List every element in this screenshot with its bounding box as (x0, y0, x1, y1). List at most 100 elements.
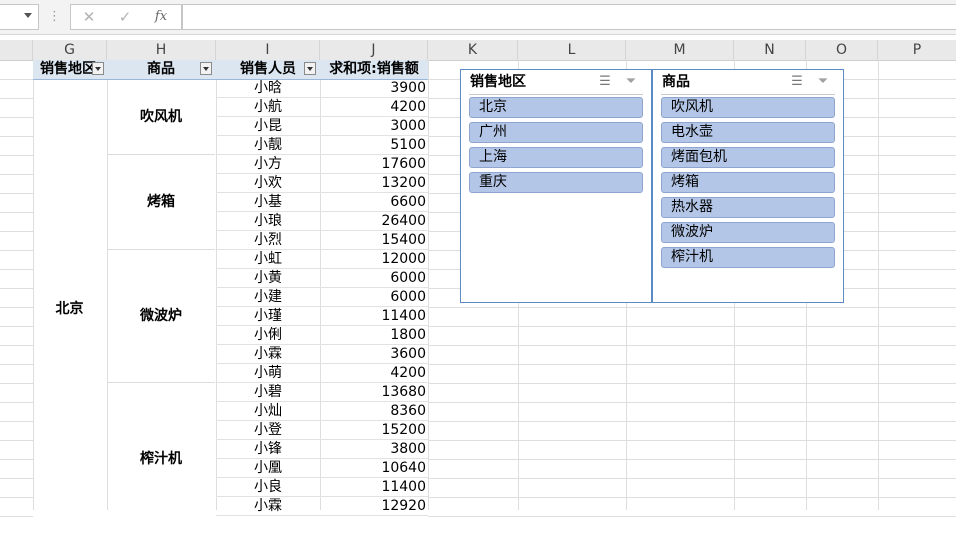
pivot-person-cell[interactable]: 小瑾 (216, 307, 320, 326)
pivot-person-cell[interactable]: 小萌 (216, 364, 320, 383)
pivot-header-sum: 求和项:销售额 (329, 61, 419, 77)
slicer-item[interactable]: 广州 (469, 122, 643, 143)
slicer-divider (661, 94, 835, 95)
pivot-person-cell[interactable]: 小建 (216, 288, 320, 307)
product-filter-button[interactable] (200, 62, 212, 75)
pivot-person-cell[interactable]: 小靓 (216, 136, 320, 155)
cancel-icon[interactable]: ✕ (79, 7, 99, 27)
pivot-value-cell[interactable]: 15400 (320, 231, 426, 250)
column-header-J[interactable]: J (320, 40, 428, 60)
pivot-product-label[interactable]: 吹风机 (107, 79, 215, 155)
pivot-person-cell[interactable]: 小航 (216, 98, 320, 117)
name-box[interactable] (0, 4, 39, 30)
multi-select-icon[interactable]: ☰ (597, 74, 613, 90)
pivot-row-line (216, 515, 428, 516)
pivot-value-cell[interactable]: 12920 (320, 497, 426, 516)
grid-hline (428, 307, 956, 308)
pivot-value-cell[interactable]: 8360 (320, 402, 426, 421)
region-filter-button[interactable] (92, 62, 104, 75)
pivot-person-cell[interactable]: 小方 (216, 155, 320, 174)
column-header-K[interactable]: K (428, 40, 518, 60)
person-filter-button[interactable] (304, 62, 316, 75)
slicer-item[interactable]: 北京 (469, 97, 643, 118)
pivot-region-label[interactable]: 北京 (33, 298, 106, 318)
pivot-person-cell[interactable]: 小晗 (216, 79, 320, 98)
slicer-item[interactable]: 电水壶 (661, 122, 835, 143)
slicer-item[interactable]: 吹风机 (661, 97, 835, 118)
pivot-person-cell[interactable]: 小烈 (216, 231, 320, 250)
pivot-value-cell[interactable]: 4200 (320, 364, 426, 383)
pivot-person-cell[interactable]: 小碧 (216, 383, 320, 402)
pivot-value-cell[interactable]: 17600 (320, 155, 426, 174)
slicer-item[interactable]: 烤箱 (661, 172, 835, 193)
column-header-I[interactable]: I (216, 40, 320, 60)
pivot-person-cell[interactable]: 小琅 (216, 212, 320, 231)
pivot-value-cell[interactable]: 11400 (320, 307, 426, 326)
grid-hline (0, 174, 33, 175)
pivot-value-cell[interactable]: 5100 (320, 136, 426, 155)
pivot-value-cell[interactable]: 6600 (320, 193, 426, 212)
column-header-O[interactable]: O (806, 40, 878, 60)
column-header-G[interactable]: G (33, 40, 107, 60)
pivot-value-cell[interactable]: 15200 (320, 421, 426, 440)
pivot-product-label[interactable]: 微波炉 (107, 250, 215, 383)
pivot-person-cell[interactable]: 小霖 (216, 345, 320, 364)
pivot-value-cell[interactable]: 12000 (320, 250, 426, 269)
grid-hline (0, 345, 33, 346)
slicer-product[interactable]: 商品 ☰ ⏷ 吹风机 电水壶 烤面包机 烤箱 热水器 微波炉 榨汁机 (652, 69, 844, 303)
pivot-value-cell[interactable]: 3900 (320, 79, 426, 98)
grid-hline (428, 516, 956, 517)
grid-hline (0, 307, 33, 308)
slicer-item[interactable]: 微波炉 (661, 222, 835, 243)
slicer-item[interactable]: 重庆 (469, 172, 643, 193)
slicer-item[interactable]: 榨汁机 (661, 247, 835, 268)
pivot-person-cell[interactable]: 小登 (216, 421, 320, 440)
multi-select-icon[interactable]: ☰ (789, 74, 805, 90)
grid-hline (428, 364, 956, 365)
pivot-value-cell[interactable]: 26400 (320, 212, 426, 231)
pivot-value-cell[interactable]: 1800 (320, 326, 426, 345)
pivot-value-cell[interactable]: 4200 (320, 98, 426, 117)
pivot-person-cell[interactable]: 小昆 (216, 117, 320, 136)
pivot-header-product: 商品 (147, 61, 175, 77)
pivot-person-cell[interactable]: 小锋 (216, 440, 320, 459)
pivot-product-label[interactable]: 烤箱 (107, 155, 215, 250)
formula-input[interactable] (182, 4, 956, 30)
chevron-down-icon[interactable] (24, 13, 32, 18)
insert-function-icon[interactable]: fx (151, 7, 171, 27)
pivot-value-cell[interactable]: 10640 (320, 459, 426, 478)
pivot-person-cell[interactable]: 小凰 (216, 459, 320, 478)
pivot-person-cell[interactable]: 小灿 (216, 402, 320, 421)
pivot-person-cell[interactable]: 小良 (216, 478, 320, 497)
pivot-value-cell[interactable]: 3800 (320, 440, 426, 459)
pivot-value-cell[interactable]: 6000 (320, 269, 426, 288)
pivot-person-cell[interactable]: 小霖 (216, 497, 320, 516)
clear-filter-icon[interactable]: ⏷ (815, 74, 831, 90)
formula-bar-separator[interactable]: ⋮ (48, 9, 61, 25)
pivot-value-cell[interactable]: 13680 (320, 383, 426, 402)
slicer-region[interactable]: 销售地区 ☰ ⏷ 北京 广州 上海 重庆 (460, 69, 652, 303)
column-header-M[interactable]: M (626, 40, 734, 60)
pivot-product-label[interactable]: 榨汁机 (107, 383, 215, 535)
pivot-person-cell[interactable]: 小欢 (216, 174, 320, 193)
pivot-person-cell[interactable]: 小虹 (216, 250, 320, 269)
column-header-H[interactable]: H (107, 40, 216, 60)
pivot-person-cell[interactable]: 小俐 (216, 326, 320, 345)
pivot-person-cell[interactable]: 小黄 (216, 269, 320, 288)
slicer-item[interactable]: 烤面包机 (661, 147, 835, 168)
column-header-N[interactable]: N (734, 40, 806, 60)
pivot-value-cell[interactable]: 13200 (320, 174, 426, 193)
pivot-value-cell[interactable]: 3000 (320, 117, 426, 136)
clear-filter-icon[interactable]: ⏷ (623, 74, 639, 90)
enter-icon[interactable]: ✓ (115, 7, 135, 27)
pivot-person-cell[interactable]: 小基 (216, 193, 320, 212)
pivot-value-cell[interactable]: 6000 (320, 288, 426, 307)
grid-hline (0, 98, 33, 99)
pivot-value-cell[interactable]: 11400 (320, 478, 426, 497)
column-header-P[interactable]: P (878, 40, 956, 60)
column-header-F[interactable] (0, 40, 33, 60)
slicer-item[interactable]: 热水器 (661, 197, 835, 218)
pivot-value-cell[interactable]: 3600 (320, 345, 426, 364)
slicer-item[interactable]: 上海 (469, 147, 643, 168)
column-header-L[interactable]: L (518, 40, 626, 60)
